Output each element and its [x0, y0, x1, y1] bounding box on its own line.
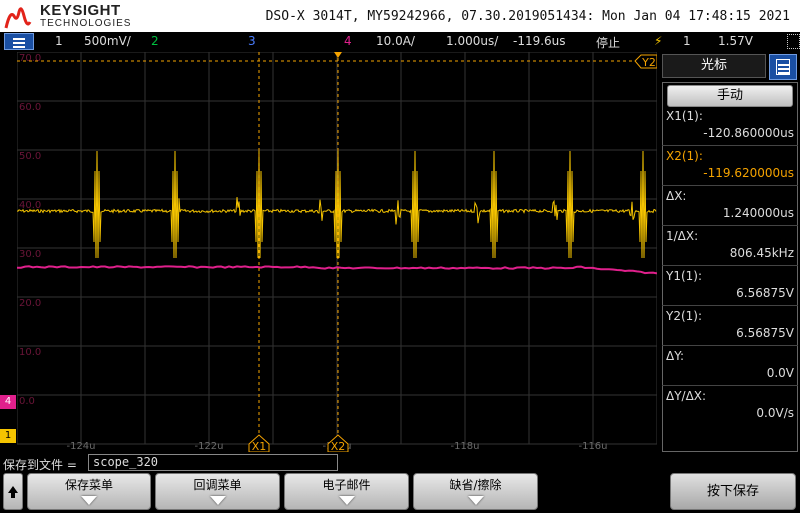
- cursor-readout-label: 1/ΔX:: [666, 229, 699, 243]
- down-arrow-icon: [209, 496, 226, 505]
- ch4-ground-marker[interactable]: 4: [0, 395, 16, 409]
- down-arrow-icon: [467, 496, 484, 505]
- panel-menu-icon[interactable]: [769, 54, 797, 80]
- ch4-number[interactable]: 4: [344, 34, 352, 48]
- keysight-logo-icon: [4, 7, 32, 29]
- zoom-box-icon[interactable]: [787, 34, 800, 49]
- y-tick-label: 70.0: [19, 53, 41, 64]
- ch1-ground-marker[interactable]: 1: [0, 429, 16, 443]
- down-arrow-icon: [338, 496, 355, 505]
- cursor-readout-label: X2(1):: [666, 149, 703, 163]
- cursor-x2-marker[interactable]: X2: [327, 434, 349, 452]
- cursor-readout-value: 6.56875V: [736, 286, 794, 300]
- cursor-x2-label: X2: [331, 440, 346, 452]
- cursor-readout-value: 6.56875V: [736, 326, 794, 340]
- filename-field[interactable]: scope_320: [88, 454, 338, 471]
- readout-divider: [662, 305, 798, 306]
- menu-up-button[interactable]: [3, 473, 23, 510]
- trigger-edge-icon: ⚡: [654, 34, 663, 48]
- cursor-x1-label: X1: [252, 440, 267, 452]
- readout-divider: [662, 345, 798, 346]
- cursor-readout-value: 1.240000us: [722, 206, 794, 220]
- x-tick-label: -124u: [66, 441, 95, 452]
- trigger-position-marker: [334, 52, 342, 58]
- cursor-readout-value: -120.860000us: [703, 126, 794, 140]
- main-menu-button[interactable]: [4, 33, 34, 50]
- y-tick-label: 10.0: [19, 347, 41, 358]
- cursor-readout-value: 806.45kHz: [729, 246, 794, 260]
- cursor-x1-marker[interactable]: X1: [248, 434, 270, 452]
- press-to-save-button[interactable]: 按下保存: [670, 473, 796, 510]
- y-tick-label: 20.0: [19, 298, 41, 309]
- brand-name: KEYSIGHT: [40, 2, 121, 19]
- cursor-mode-button[interactable]: 手动: [667, 85, 793, 107]
- y-tick-label: 30.0: [19, 249, 41, 260]
- softkey-label: 电子邮件: [322, 478, 371, 492]
- cursor-readout-label: Y1(1):: [666, 269, 703, 283]
- x-tick-label: -116u: [578, 441, 607, 452]
- readout-divider: [662, 185, 798, 186]
- softkey-label: 回调菜单: [193, 478, 242, 492]
- y-tick-label: 50.0: [19, 151, 41, 162]
- channel-status-bar: 1 500mV/ 2 3 4 10.0A/ 1.000us/ -119.6us …: [0, 32, 800, 52]
- brand-subtitle: TECHNOLOGIES: [40, 18, 132, 29]
- waveform-display[interactable]: 70.060.050.040.030.020.010.00.0 -124u -12…: [17, 52, 657, 452]
- readout-divider: [662, 265, 798, 266]
- save-to-file-label: 保存到文件 =: [3, 458, 77, 472]
- x-tick-label: -122u: [194, 441, 223, 452]
- cursor-readout-label: ΔX:: [666, 189, 687, 203]
- down-arrow-icon: [81, 496, 97, 505]
- softkey-label: 保存菜单: [64, 478, 113, 492]
- cursor-readout-value: 0.0V/s: [756, 406, 794, 420]
- y-tick-label: 0.0: [19, 396, 35, 407]
- title-bar: KEYSIGHT TECHNOLOGIES DSO-X 3014T, MY592…: [0, 0, 800, 32]
- panel-title-tab[interactable]: 光标: [662, 54, 766, 78]
- y-axis-labels: 70.060.050.040.030.020.010.00.0: [19, 53, 41, 407]
- softkey-label: 缺省/擦除: [449, 478, 502, 492]
- trigger-level[interactable]: 1.57V: [718, 34, 753, 48]
- ch1-scale[interactable]: 500mV/: [84, 34, 131, 48]
- recall-menu-softkey[interactable]: 回调菜单: [155, 473, 280, 510]
- cursor-readout-value: 0.0V: [766, 366, 794, 380]
- timebase-scale[interactable]: 1.000us/: [446, 34, 498, 48]
- cursor-y2-label: Y2: [641, 56, 656, 69]
- ch2-number[interactable]: 2: [151, 34, 159, 48]
- cursor-readout-label: ΔY:: [666, 349, 684, 363]
- cursor-readout-label: X1(1):: [666, 109, 703, 123]
- run-state: 停止: [596, 36, 621, 50]
- up-arrow-icon: [8, 486, 18, 498]
- ch3-number[interactable]: 3: [248, 34, 256, 48]
- cursor-readout-label: Y2(1):: [666, 309, 703, 323]
- cursor-y2-marker[interactable]: Y2: [634, 54, 657, 69]
- trigger-source[interactable]: 1: [683, 34, 691, 48]
- readout-divider: [662, 145, 798, 146]
- cursor-readout-label: ΔY/ΔX:: [666, 389, 707, 403]
- email-softkey[interactable]: 电子邮件: [284, 473, 409, 510]
- save-menu-softkey[interactable]: 保存菜单: [27, 473, 151, 510]
- readout-divider: [662, 225, 798, 226]
- ch4-scale[interactable]: 10.0A/: [376, 34, 415, 48]
- x-tick-label: -118u: [450, 441, 479, 452]
- cursor-readout-value: -119.620000us: [703, 166, 794, 180]
- time-delay[interactable]: -119.6us: [513, 34, 566, 48]
- default-erase-softkey[interactable]: 缺省/擦除: [413, 473, 538, 510]
- y-tick-label: 60.0: [19, 102, 41, 113]
- ch1-number[interactable]: 1: [55, 34, 63, 48]
- instrument-info: DSO-X 3014T, MY59242966, 07.30.201905143…: [265, 9, 790, 24]
- readout-divider: [662, 385, 798, 386]
